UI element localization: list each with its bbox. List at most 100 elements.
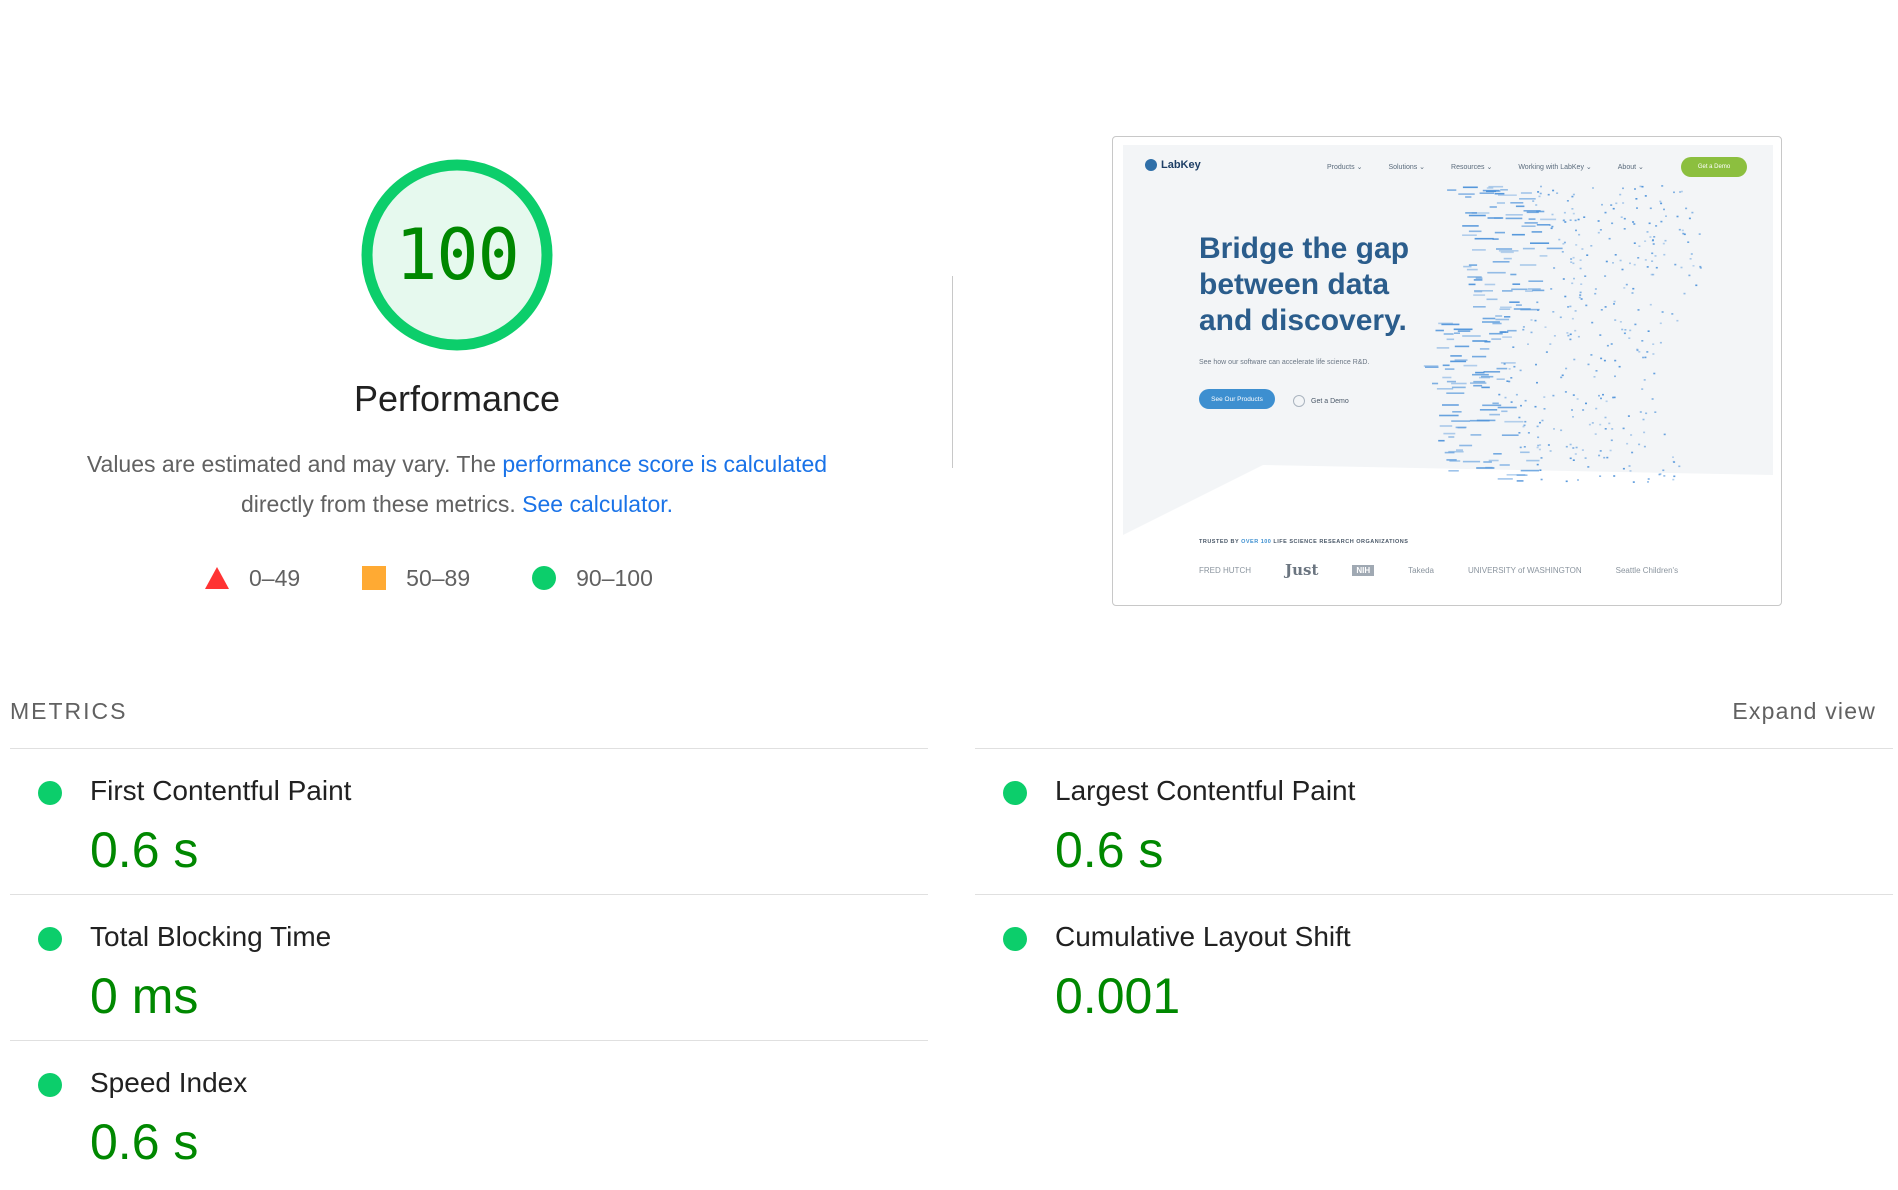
particle: [1483, 461, 1492, 463]
particle: [1595, 370, 1598, 372]
hero-line: Bridge the gap: [1199, 232, 1410, 265]
particle: [1454, 359, 1468, 361]
particle: [1489, 206, 1497, 208]
particle: [1444, 451, 1455, 454]
particle: [1510, 377, 1513, 379]
particle: [1610, 439, 1613, 442]
particle: [1661, 311, 1664, 313]
particle: [1655, 225, 1658, 227]
particle: [1611, 222, 1614, 225]
see-calculator-link[interactable]: See calculator.: [522, 491, 673, 517]
particle: [1574, 219, 1577, 222]
particle: [1579, 294, 1582, 296]
particle: [1680, 190, 1683, 193]
particle: [1473, 294, 1486, 296]
particle: [1462, 234, 1477, 236]
particle: [1590, 354, 1593, 356]
particle: [1634, 188, 1636, 190]
particle: [1581, 449, 1584, 451]
particle: [1482, 321, 1500, 323]
particle: [1594, 292, 1597, 295]
site-cta: Get a Demo: [1681, 157, 1747, 177]
particle: [1611, 428, 1614, 430]
metrics-header: METRICS: [10, 698, 128, 724]
particle: [1448, 436, 1455, 438]
particle: [1498, 393, 1501, 396]
particle: [1613, 303, 1615, 305]
particle: [1622, 187, 1624, 190]
particle: [1562, 243, 1565, 245]
particle: [1561, 374, 1564, 377]
particle: [1446, 380, 1456, 383]
particle: [1574, 329, 1577, 332]
particle: [1524, 420, 1527, 423]
particle: [1663, 433, 1666, 436]
metric-name: Total Blocking Time: [90, 921, 332, 952]
particle: [1536, 463, 1539, 466]
particle: [1562, 219, 1565, 222]
particle: [1500, 251, 1514, 254]
particle: [1599, 450, 1602, 452]
particle: [1612, 207, 1615, 210]
particle: [1487, 190, 1501, 192]
particle: [1520, 469, 1540, 472]
particle: [1678, 228, 1681, 231]
particle: [1543, 396, 1546, 398]
particle: [1539, 421, 1541, 424]
particle: [1646, 266, 1649, 268]
particle: [1475, 277, 1483, 279]
particle: [1492, 322, 1502, 325]
particle: [1438, 439, 1445, 442]
particle: [1486, 298, 1498, 301]
particle: [1643, 431, 1646, 434]
particle: [1583, 216, 1586, 218]
particle: [1580, 298, 1583, 300]
particle: [1642, 356, 1645, 359]
particle: [1513, 365, 1516, 368]
legend-item-fail: 0–49: [205, 565, 300, 592]
particle: [1591, 422, 1594, 424]
particle: [1528, 280, 1544, 282]
particle: [1499, 308, 1511, 310]
particle: [1655, 266, 1658, 269]
particle: [1610, 343, 1613, 345]
particle: [1598, 454, 1601, 457]
particle: [1483, 371, 1501, 373]
particle: [1641, 340, 1644, 342]
particle: [1572, 262, 1575, 265]
particle: [1651, 252, 1654, 255]
particle: [1496, 378, 1505, 380]
particle: [1531, 231, 1543, 233]
particle: [1586, 254, 1589, 256]
expand-view-toggle[interactable]: Expand view: [1732, 698, 1876, 725]
particle: [1638, 245, 1641, 247]
particle: [1574, 310, 1577, 312]
final-screenshot[interactable]: LabKey Products ⌄ Solutions ⌄ Resources …: [1112, 136, 1782, 606]
particle: [1621, 268, 1624, 271]
secondary-link-text: Get a Demo: [1311, 397, 1349, 405]
particle: [1564, 295, 1567, 298]
particle: [1537, 436, 1540, 439]
particle: [1644, 195, 1647, 197]
particle: [1610, 204, 1613, 206]
particle: [1672, 478, 1675, 481]
particle: [1463, 364, 1478, 367]
particle: [1604, 211, 1607, 214]
performance-gauge[interactable]: 100: [357, 155, 557, 355]
particle: [1630, 434, 1633, 436]
menu-item: About ⌄: [1617, 164, 1644, 171]
particle: [1536, 425, 1539, 428]
play-icon: [1293, 395, 1305, 407]
particle: [1459, 444, 1473, 447]
score-calculated-link[interactable]: performance score is calculated: [502, 451, 827, 477]
particle: [1527, 288, 1541, 290]
particle: [1673, 461, 1676, 463]
particle: [1569, 443, 1572, 446]
particle: [1449, 460, 1461, 462]
particle: [1578, 233, 1581, 236]
particle: [1631, 451, 1634, 454]
particle: [1520, 192, 1532, 194]
particle: [1462, 460, 1481, 463]
particle: [1604, 428, 1607, 430]
particle: [1609, 449, 1612, 452]
